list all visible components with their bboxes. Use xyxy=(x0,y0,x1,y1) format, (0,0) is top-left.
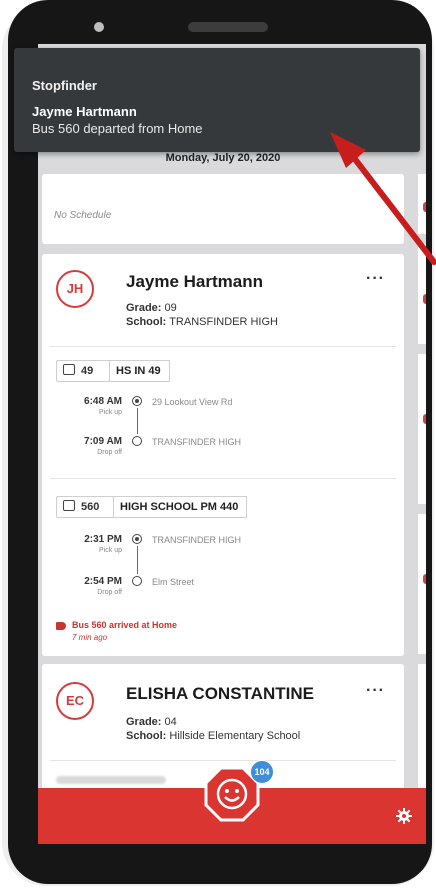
red-pointer-arrow xyxy=(330,132,436,265)
